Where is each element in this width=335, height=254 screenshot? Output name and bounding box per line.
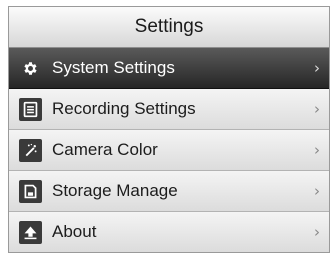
chevron-right-icon: › <box>314 59 320 77</box>
gear-icon <box>19 57 42 80</box>
menu-item-label: Recording Settings <box>52 99 196 118</box>
menu-item-label: System Settings <box>52 58 175 77</box>
menu-item-label: About <box>52 222 97 241</box>
recording-icon <box>19 97 42 121</box>
menu-item-label: Camera Color <box>52 140 158 159</box>
menu-item-label: Storage Manage <box>52 181 178 200</box>
chevron-right-icon: › <box>314 223 320 241</box>
camera-color-icon <box>19 138 42 162</box>
menu-item-about[interactable]: About › <box>9 212 329 252</box>
menu-item-storage-manage[interactable]: Storage Manage › <box>9 171 329 212</box>
storage-icon <box>19 179 42 203</box>
about-icon <box>19 220 42 244</box>
settings-screen: Settings System Settings › Recording Set… <box>8 6 330 253</box>
menu-item-recording-settings[interactable]: Recording Settings › <box>9 89 329 130</box>
menu-item-system-settings[interactable]: System Settings › <box>9 48 329 89</box>
chevron-right-icon: › <box>314 182 320 200</box>
title-bar: Settings <box>9 7 329 48</box>
page-title: Settings <box>134 16 204 37</box>
chevron-right-icon: › <box>314 141 320 159</box>
menu-item-camera-color[interactable]: Camera Color › <box>9 130 329 171</box>
chevron-right-icon: › <box>314 100 320 118</box>
